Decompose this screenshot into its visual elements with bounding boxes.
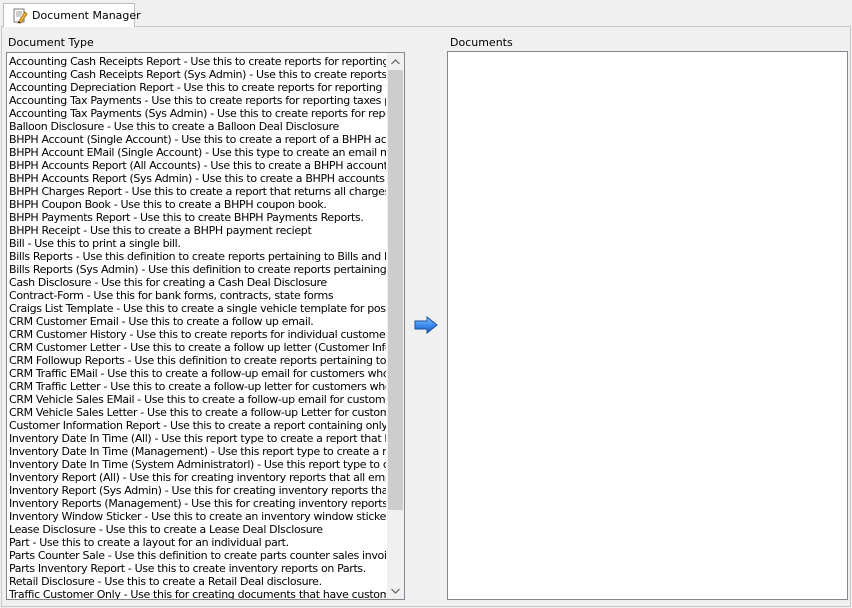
list-item[interactable]: CRM Customer Letter - Use this to create… [9,341,386,354]
list-item[interactable]: Lease Disclosure - Use this to create a … [9,523,386,536]
list-item[interactable]: BHPH Receipt - Use this to create a BHPH… [9,224,386,237]
list-item[interactable]: BHPH Charges Report - Use this to create… [9,185,386,198]
list-item[interactable]: BHPH Account (Single Account) - Use this… [9,133,386,146]
list-item[interactable]: Parts Counter Sale - Use this definition… [9,549,386,562]
list-item[interactable]: Inventory Date In Time (All) - Use this … [9,432,386,445]
list-item[interactable]: Accounting Tax Payments (Sys Admin) - Us… [9,107,386,120]
documents-label: Documents [450,36,513,49]
list-item[interactable]: Accounting Tax Payments - Use this to cr… [9,94,386,107]
right-arrow-icon [414,315,438,335]
document-type-label: Document Type [8,36,94,49]
list-item[interactable]: Accounting Cash Receipts Report (Sys Adm… [9,68,386,81]
list-item[interactable]: Traffic Customer Only - Use this for cre… [9,588,386,599]
document-manager-icon [12,8,28,24]
list-item[interactable]: Parts Inventory Report - Use this to cre… [9,562,386,575]
list-item[interactable]: CRM Customer Email - Use this to create … [9,315,386,328]
list-item[interactable]: Cash Disclosure - Use this for creating … [9,276,386,289]
list-item[interactable]: Part - Use this to create a layout for a… [9,536,386,549]
list-item[interactable]: CRM Traffic Letter - Use this to create … [9,380,386,393]
document-manager-window: Document Manager Document Type Documents… [0,0,852,608]
list-item[interactable]: Bills Reports - Use this definition to c… [9,250,386,263]
list-item[interactable]: Inventory Window Sticker - Use this to c… [9,510,386,523]
scroll-up-button[interactable] [387,53,404,70]
scroll-thumb[interactable] [388,70,403,510]
list-item[interactable]: CRM Customer History - Use this to creat… [9,328,386,341]
list-item[interactable]: Bill - Use this to print a single bill. [9,237,386,250]
document-type-items: Accounting Cash Receipts Report - Use th… [9,55,386,599]
scroll-up-icon [391,58,400,64]
list-item[interactable]: BHPH Coupon Book - Use this to create a … [9,198,386,211]
list-item[interactable]: BHPH Accounts Report (Sys Admin) - Use t… [9,172,386,185]
list-item[interactable]: Craigs List Template - Use this to creat… [9,302,386,315]
list-item[interactable]: Inventory Report (All) - Use this for cr… [9,471,386,484]
scroll-down-button[interactable] [387,582,404,599]
list-item[interactable]: Inventory Date In Time (System Administr… [9,458,386,471]
list-item[interactable]: Accounting Depreciation Report - Use thi… [9,81,386,94]
list-item[interactable]: CRM Traffic EMail - Use this to create a… [9,367,386,380]
list-item[interactable]: Inventory Report (Sys Admin) - Use this … [9,484,386,497]
list-item[interactable]: Inventory Reports (Management) - Use thi… [9,497,386,510]
list-item[interactable]: Bills Reports (Sys Admin) - Use this def… [9,263,386,276]
list-item[interactable]: Retail Disclosure - Use this to create a… [9,575,386,588]
document-type-scrollbar[interactable] [387,53,404,599]
list-item[interactable]: CRM Vehicle Sales Letter - Use this to c… [9,406,386,419]
scroll-down-icon [391,588,400,594]
list-item[interactable]: BHPH Payments Report - Use this to creat… [9,211,386,224]
list-item[interactable]: Accounting Cash Receipts Report - Use th… [9,55,386,68]
list-item[interactable]: Customer Information Report - Use this t… [9,419,386,432]
list-item[interactable]: Inventory Date In Time (Management) - Us… [9,445,386,458]
tab-label: Document Manager [32,9,141,22]
list-item[interactable]: CRM Followup Reports - Use this definiti… [9,354,386,367]
add-document-button[interactable] [414,315,438,335]
list-item[interactable]: Contract-Form - Use this for bank forms,… [9,289,386,302]
list-item[interactable]: CRM Vehicle Sales EMail - Use this to cr… [9,393,386,406]
document-type-list[interactable]: Accounting Cash Receipts Report - Use th… [6,52,405,600]
list-item[interactable]: BHPH Accounts Report (All Accounts) - Us… [9,159,386,172]
list-item[interactable]: Balloon Disclosure - Use this to create … [9,120,386,133]
documents-list[interactable] [447,51,848,600]
list-item[interactable]: BHPH Account EMail (Single Account) - Us… [9,146,386,159]
tab-document-manager[interactable]: Document Manager [3,3,141,27]
